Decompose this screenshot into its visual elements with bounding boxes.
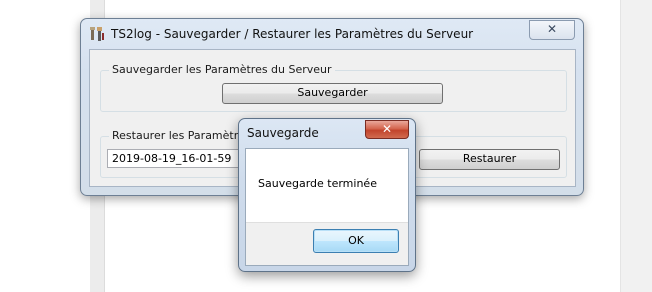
main-window-title: TS2log - Sauvegarder / Restaurer les Par… (111, 27, 474, 41)
backup-button[interactable]: Sauvegarder (222, 83, 443, 104)
tools-icon (89, 26, 105, 42)
dialog-body: Sauvegarde terminée OK (245, 148, 409, 266)
backup-groupbox: Sauvegarder les Paramètres du Serveur Sa… (100, 63, 567, 112)
backup-select[interactable]: 2019-08-19_16-01-59 (107, 149, 247, 168)
dialog-title: Sauvegarde (247, 126, 319, 140)
restore-button[interactable]: Restaurer (419, 149, 560, 170)
close-icon: ✕ (381, 122, 393, 136)
background-right-panel (620, 0, 652, 292)
backup-group-title: Sauvegarder les Paramètres du Serveur (109, 63, 335, 76)
main-window-close-button[interactable]: ✕ (529, 20, 575, 40)
main-window-title-bar[interactable]: TS2log - Sauvegarder / Restaurer les Par… (81, 19, 583, 49)
background-area (0, 0, 90, 292)
save-complete-dialog: Sauvegarde ✕ Sauvegarde terminée OK (238, 118, 416, 272)
restore-group-title: Restaurer les Paramètres (109, 129, 254, 142)
dialog-close-button[interactable]: ✕ (365, 120, 409, 139)
ok-button[interactable]: OK (313, 229, 399, 253)
dialog-message: Sauvegarde terminée (258, 177, 377, 190)
close-icon: ✕ (546, 22, 558, 36)
